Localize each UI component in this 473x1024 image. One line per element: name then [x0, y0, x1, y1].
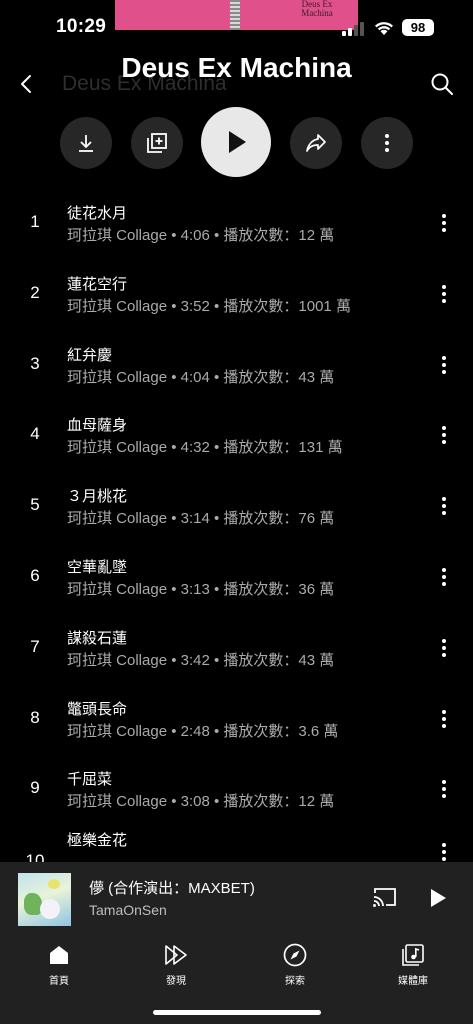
track-meta: 珂拉琪 Collage • 4:06 • 播放次數：12 萬: [67, 227, 335, 244]
battery-indicator: 98: [402, 19, 434, 36]
track-title: 謀殺石蓮: [67, 629, 128, 647]
status-bar: 10:29 Deus Ex Machina 98: [0, 0, 473, 54]
nav-item-library[interactable]: 媒體庫: [368, 942, 458, 987]
mini-player-artist: TamaOnSen: [89, 902, 167, 918]
nav-item-explore[interactable]: 發現: [131, 942, 221, 987]
signal-icon: [342, 22, 364, 36]
compass-icon: [283, 943, 307, 967]
share-button[interactable]: [290, 117, 342, 169]
track-number: 9: [30, 778, 40, 798]
track-row[interactable]: 8 鼈頭長命 珂拉琪 Collage • 2:48 • 播放次數：3.6 萬: [0, 682, 473, 753]
track-number: 3: [30, 353, 40, 373]
more-options-button[interactable]: [361, 117, 413, 169]
track-row[interactable]: 6 空華亂墜 珂拉琪 Collage • 3:13 • 播放次數：36 萬: [0, 540, 473, 611]
track-title: 紅弁慶: [67, 346, 113, 364]
track-meta: 珂拉琪 Collage • 4:32 • 播放次數：131 萬: [67, 439, 343, 457]
track-row[interactable]: 3 紅弁慶 珂拉琪 Collage • 4:04 • 播放次數：43 萬: [0, 328, 473, 399]
nav-label-explore: 發現: [166, 976, 186, 987]
page-title: Deus Ex Machina: [121, 52, 352, 83]
nav-item-discover[interactable]: 探索: [250, 942, 340, 987]
track-number: 7: [30, 636, 40, 656]
track-row[interactable]: 2 蓮花空行 珂拉琪 Collage • 3:52 • 播放次數：1001 萬: [0, 257, 473, 328]
explore-icon: [165, 945, 187, 965]
track-meta: 珂拉琪 Collage • 3:42 • 播放次數：43 萬: [67, 651, 335, 669]
track-more-icon[interactable]: [430, 635, 458, 661]
track-title: 千屈菜: [67, 771, 113, 789]
library-icon: [402, 944, 424, 966]
home-icon: [50, 946, 68, 964]
track-more-icon[interactable]: [430, 352, 458, 378]
play-icon: [229, 131, 246, 153]
track-more-icon[interactable]: [430, 706, 458, 732]
save-to-library-button[interactable]: [131, 117, 183, 169]
track-title: 空華亂墜: [67, 558, 128, 576]
download-button[interactable]: [60, 117, 112, 169]
play-button[interactable]: [201, 107, 271, 177]
track-list: 1 徒花水月 珂拉琪 Collage • 4:06 • 播放次數：12 萬 2 …: [0, 186, 473, 894]
cast-icon[interactable]: [372, 886, 398, 908]
track-title: 血母薩身: [67, 417, 128, 435]
track-title: 極樂金花: [67, 832, 128, 850]
download-icon: [79, 135, 93, 152]
track-meta: 珂拉琪 Collage • 4:04 • 播放次數：43 萬: [67, 368, 335, 386]
track-row[interactable]: 1 徒花水月 珂拉琪 Collage • 4:06 • 播放次數：12 萬: [0, 186, 473, 257]
track-number: 4: [30, 424, 40, 444]
track-row[interactable]: 7 謀殺石蓮 珂拉琪 Collage • 3:42 • 播放次數：43 萬: [0, 611, 473, 682]
nav-label-discover: 探索: [285, 976, 305, 987]
track-meta: 珂拉琪 Collage • 2:48 • 播放次數：3.6 萬: [67, 722, 339, 740]
track-meta: 珂拉琪 Collage • 3:08 • 播放次數：12 萬: [67, 793, 335, 811]
track-number: 6: [30, 565, 40, 585]
track-more-icon[interactable]: [430, 281, 458, 307]
wifi-icon: [375, 22, 393, 35]
track-row[interactable]: 9 千屈菜 珂拉琪 Collage • 3:08 • 播放次數：12 萬: [0, 752, 473, 823]
nav-label-library: 媒體庫: [398, 976, 428, 987]
track-title: 徒花水月: [67, 205, 128, 222]
track-number: 8: [30, 707, 40, 727]
nav-label-home: 首頁: [49, 976, 69, 987]
track-title: ３月桃花: [67, 488, 128, 506]
home-indicator[interactable]: [153, 1010, 321, 1015]
mini-player-artwork: [18, 873, 71, 926]
track-more-icon[interactable]: [430, 493, 458, 519]
status-time: 10:29: [56, 16, 107, 37]
track-more-icon[interactable]: [430, 564, 458, 590]
album-art-text: Deus Ex Machina: [301, 0, 333, 18]
track-number: 5: [30, 495, 40, 515]
track-meta: 珂拉琪 Collage • 3:52 • 播放次數：1001 萬: [67, 297, 351, 315]
share-icon: [306, 134, 326, 152]
track-meta: 珂拉琪 Collage • 3:14 • 播放次數：76 萬: [67, 510, 335, 528]
mini-player-title: 儚 (合作演出：MAXBET): [89, 880, 255, 897]
search-icon[interactable]: [429, 71, 455, 97]
track-more-icon[interactable]: [430, 422, 458, 448]
track-row[interactable]: 5 ３月桃花 珂拉琪 Collage • 3:14 • 播放次數：76 萬: [0, 469, 473, 540]
track-more-icon[interactable]: [430, 210, 458, 236]
mini-play-icon[interactable]: [427, 886, 449, 910]
track-title: 鼈頭長命: [67, 700, 128, 718]
nav-item-home[interactable]: 首頁: [14, 942, 104, 987]
track-more-icon[interactable]: [430, 776, 458, 802]
album-art-top: Deus Ex Machina: [115, 0, 358, 30]
library-add-icon: [147, 133, 167, 153]
more-vertical-icon: [385, 134, 389, 152]
track-number: 2: [30, 282, 40, 302]
track-row[interactable]: 4 血母薩身 珂拉琪 Collage • 4:32 • 播放次數：131 萬: [0, 398, 473, 469]
track-meta: 珂拉琪 Collage • 3:13 • 播放次數：36 萬: [67, 580, 335, 598]
mini-player[interactable]: 儚 (合作演出：MAXBET) TamaOnSen: [0, 862, 473, 934]
track-title: 蓮花空行: [67, 275, 128, 293]
track-number: 1: [30, 212, 40, 231]
